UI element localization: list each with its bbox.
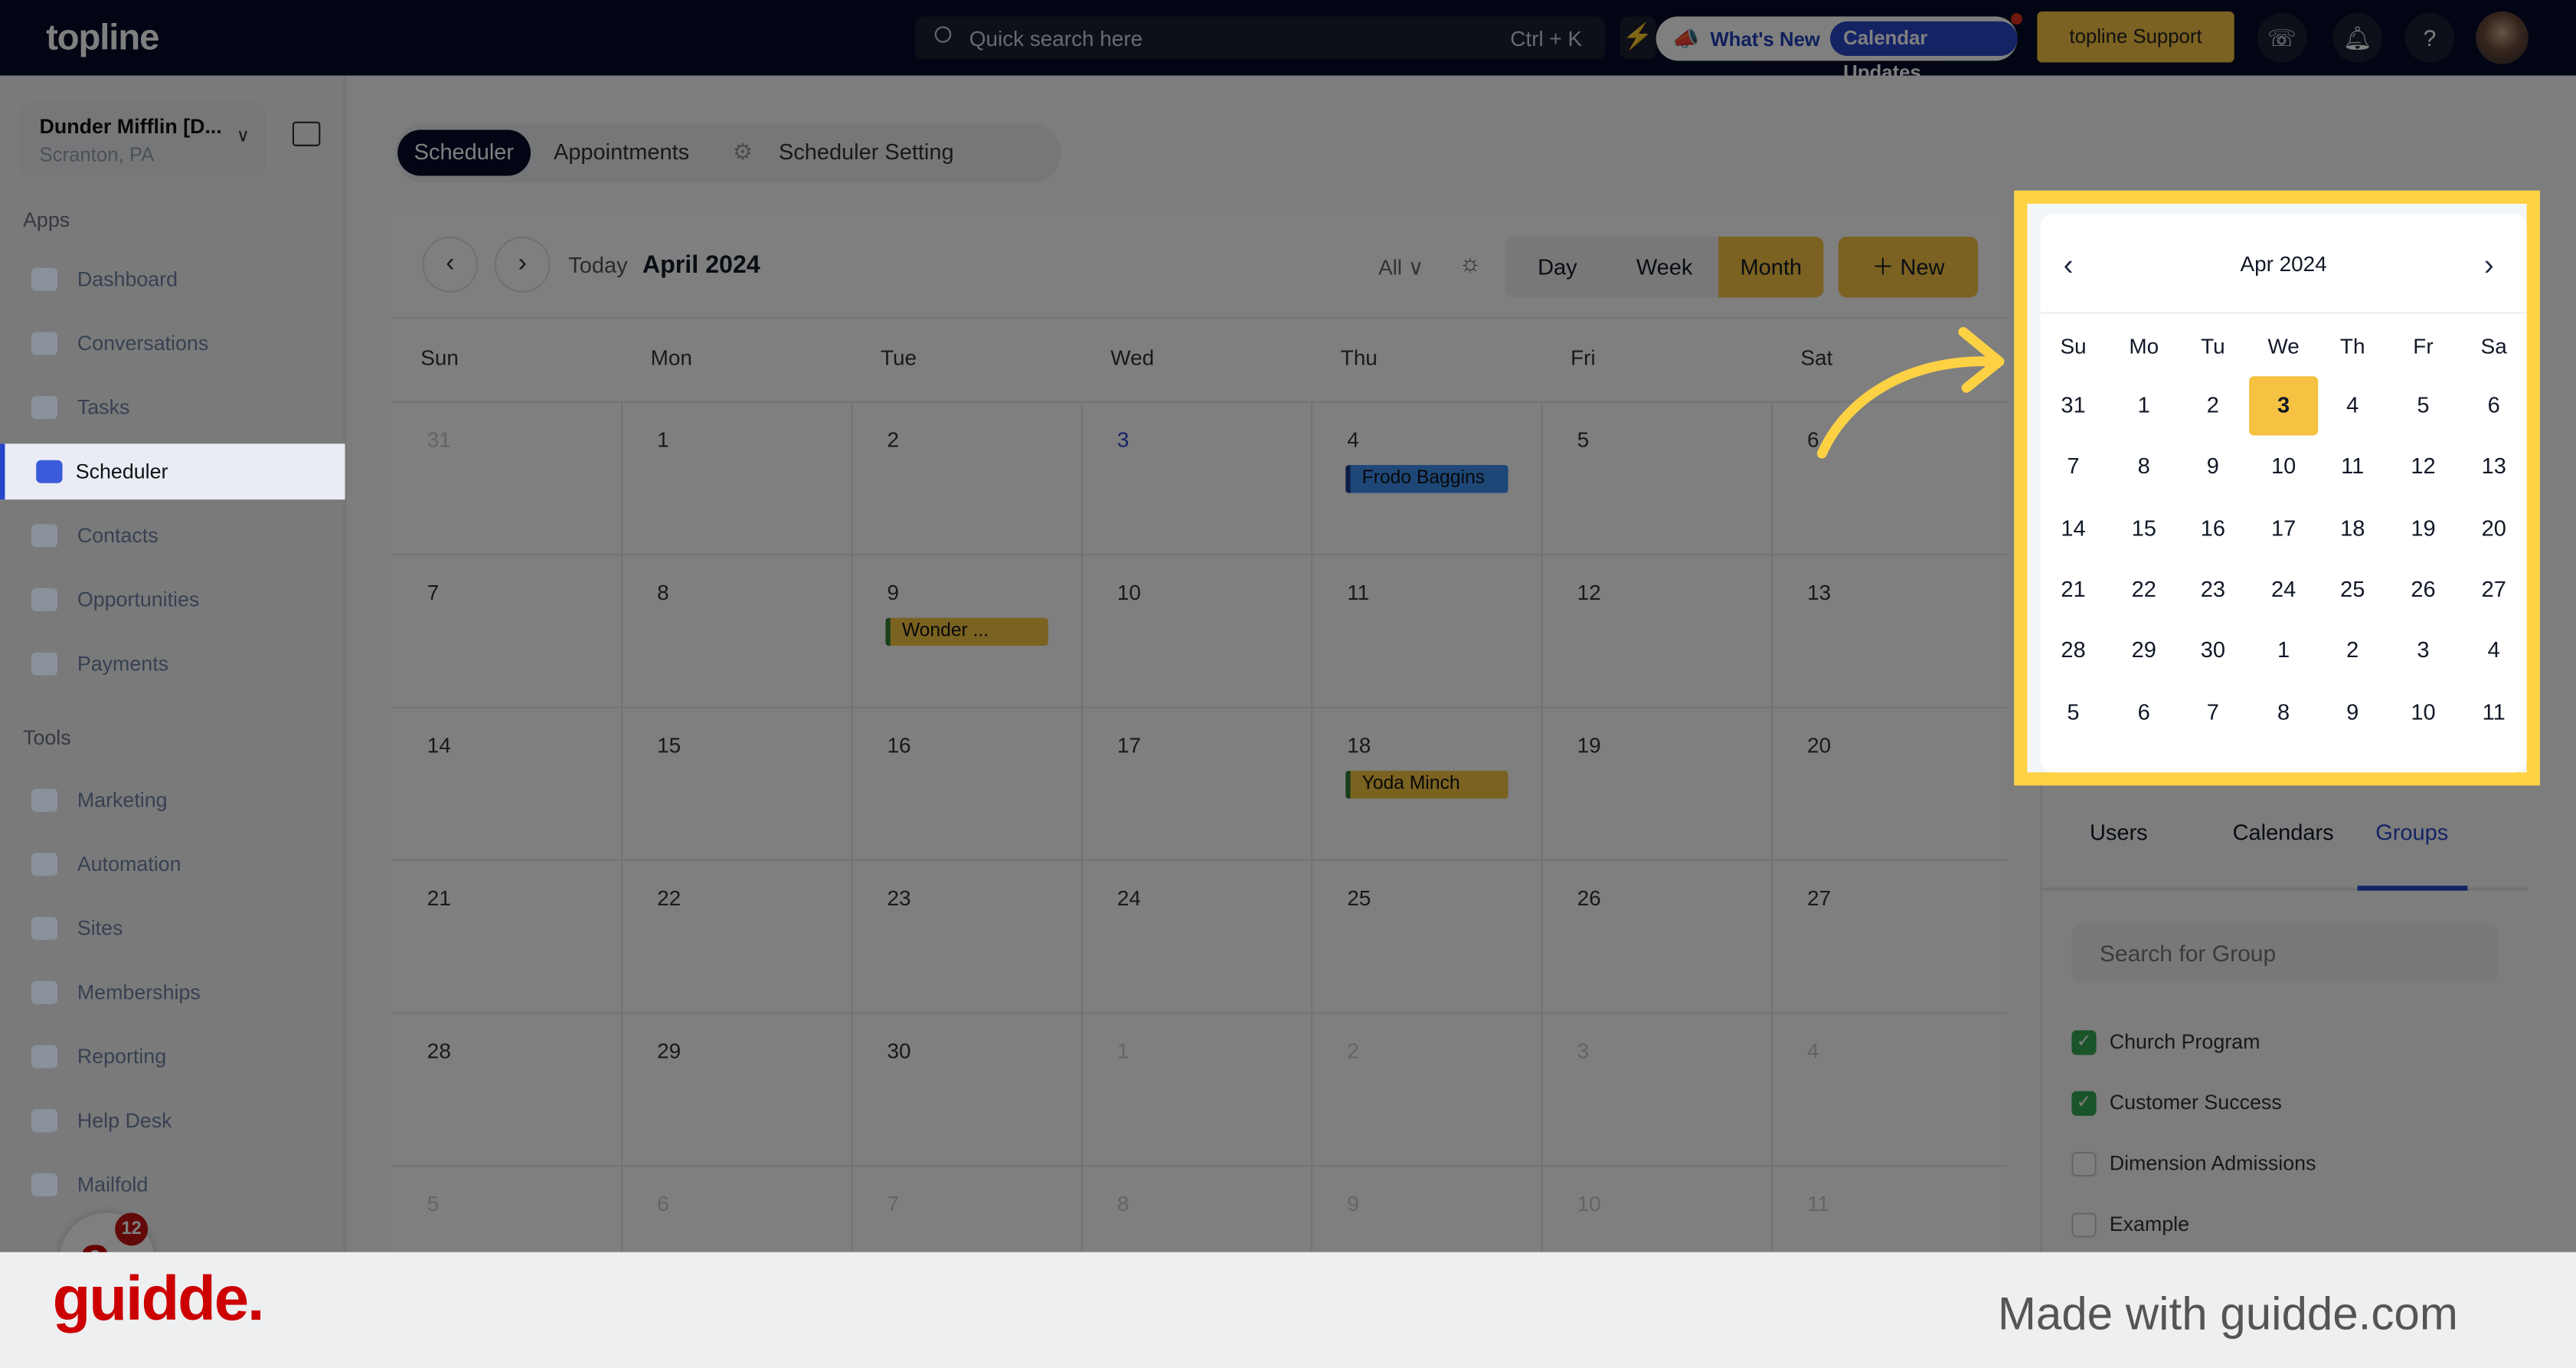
mini-day[interactable]: 20 xyxy=(2460,499,2529,558)
sidebar-item-help-desk[interactable]: Help Desk xyxy=(0,1093,345,1149)
mini-day[interactable]: 25 xyxy=(2318,560,2387,619)
mini-day[interactable]: 11 xyxy=(2460,682,2529,741)
sidebar-item-sites[interactable]: Sites xyxy=(0,901,345,957)
tasks-icon xyxy=(31,396,58,420)
mini-day[interactable]: 7 xyxy=(2038,437,2107,496)
sidebar-item-label: Dashboard xyxy=(77,267,178,291)
sidebar-item-label: Automation xyxy=(77,853,181,876)
sidebar-item-conversations[interactable]: Conversations xyxy=(0,316,345,371)
sidebar-item-label: Opportunities xyxy=(77,588,200,612)
mini-day[interactable]: 6 xyxy=(2110,682,2179,741)
mini-weekday: Su xyxy=(2060,333,2087,358)
mini-next-button[interactable]: › xyxy=(2484,248,2494,283)
mini-day[interactable]: 7 xyxy=(2179,682,2247,741)
mini-weekday: Sa xyxy=(2480,333,2507,358)
mini-day[interactable]: 19 xyxy=(2388,499,2457,558)
mini-day[interactable]: 5 xyxy=(2038,682,2107,741)
mini-day[interactable]: 2 xyxy=(2318,621,2387,680)
mini-day[interactable]: 31 xyxy=(2038,376,2107,435)
mini-day[interactable]: 4 xyxy=(2460,621,2529,680)
divider xyxy=(2040,312,2527,314)
dashboard-icon xyxy=(31,267,58,291)
sidebar-item-tasks[interactable]: Tasks xyxy=(0,380,345,436)
pie-chart-icon xyxy=(31,1045,58,1069)
mini-day[interactable]: 16 xyxy=(2179,499,2247,558)
contacts-icon xyxy=(31,524,58,548)
sidebar-item-automation[interactable]: Automation xyxy=(0,836,345,892)
mini-day[interactable]: 12 xyxy=(2388,437,2457,496)
mini-weekday: Th xyxy=(2339,333,2365,358)
users-icon xyxy=(31,980,58,1004)
mini-day[interactable]: 8 xyxy=(2110,437,2179,496)
mini-weekday: Fr xyxy=(2413,333,2434,358)
chat-icon xyxy=(31,332,58,355)
mini-day[interactable]: 26 xyxy=(2388,560,2457,619)
sidebar-item-label: Help Desk xyxy=(77,1109,172,1133)
sidebar-item-label: Reporting xyxy=(77,1045,167,1069)
mini-day[interactable]: 22 xyxy=(2110,560,2179,619)
sidebar-item-label: Contacts xyxy=(77,524,159,548)
sidebar-item-label: Memberships xyxy=(77,980,201,1004)
mini-weekday: Mo xyxy=(2129,333,2159,358)
arrow-curve xyxy=(1816,356,1998,459)
mini-day[interactable]: 6 xyxy=(2460,376,2529,435)
mini-day[interactable]: 2 xyxy=(2179,376,2247,435)
mini-day[interactable]: 15 xyxy=(2110,499,2179,558)
sidebar-item-memberships[interactable]: Memberships xyxy=(0,964,345,1020)
sidebar-item-contacts[interactable]: Contacts xyxy=(0,508,345,564)
mini-calendar-popup: ‹ Apr 2024 › Su Mo Tu We Th Fr Sa 31 1 2 3 4 5 6 7 8 9 10… xyxy=(2038,213,2529,773)
target-icon xyxy=(31,588,58,612)
mini-day[interactable]: 1 xyxy=(2110,376,2179,435)
mini-day[interactable]: 9 xyxy=(2179,437,2247,496)
mini-day[interactable]: 13 xyxy=(2460,437,2529,496)
sidebar-item-label: Mailfold xyxy=(77,1173,149,1196)
guidde-logo: guidde. xyxy=(52,1265,265,1335)
mini-day[interactable]: 14 xyxy=(2038,499,2107,558)
mini-day[interactable]: 21 xyxy=(2038,560,2107,619)
sidebar-item-label: Payments xyxy=(77,652,169,676)
card-icon xyxy=(31,652,58,676)
sidebar-item-mailfold[interactable]: Mailfold xyxy=(0,1157,345,1213)
mini-day[interactable]: 23 xyxy=(2179,560,2247,619)
mini-day[interactable]: 24 xyxy=(2249,560,2318,619)
mini-day[interactable]: 4 xyxy=(2318,376,2387,435)
mini-day[interactable]: 28 xyxy=(2038,621,2107,680)
mail-icon xyxy=(31,1173,58,1196)
sidebar-item-label: Scheduler xyxy=(75,460,168,483)
sidebar-item-payments[interactable]: Payments xyxy=(0,636,345,692)
mini-day[interactable]: 8 xyxy=(2249,682,2318,741)
made-with-text: Made with guidde.com xyxy=(1997,1288,2458,1340)
pointer-arrow xyxy=(1816,326,2005,459)
mini-weekday: We xyxy=(2267,333,2300,358)
help-icon xyxy=(31,1109,58,1133)
sidebar-item-label: Tasks xyxy=(77,396,130,420)
megaphone-icon xyxy=(31,788,58,812)
mini-day[interactable]: 10 xyxy=(2388,682,2457,741)
mini-day[interactable]: 18 xyxy=(2318,499,2387,558)
mini-day[interactable]: 3 xyxy=(2388,621,2457,680)
sidebar-item-dashboard[interactable]: Dashboard xyxy=(0,251,345,307)
mini-day[interactable]: 11 xyxy=(2318,437,2387,496)
mini-day[interactable]: 5 xyxy=(2388,376,2457,435)
sidebar-item-opportunities[interactable]: Opportunities xyxy=(0,572,345,628)
sidebar-item-marketing[interactable]: Marketing xyxy=(0,772,345,828)
sidebar-item-label: Conversations xyxy=(77,332,209,355)
sidebar-item-reporting[interactable]: Reporting xyxy=(0,1029,345,1085)
calendar-icon xyxy=(36,460,63,483)
mini-day[interactable]: 29 xyxy=(2110,621,2179,680)
mini-day[interactable]: 9 xyxy=(2318,682,2387,741)
gears-icon xyxy=(31,853,58,876)
sidebar-item-label: Sites xyxy=(77,917,123,941)
sidebar-item-label: Marketing xyxy=(77,788,168,812)
sidebar-item-scheduler[interactable]: Scheduler xyxy=(0,443,345,500)
globe-icon xyxy=(31,917,58,941)
mini-day[interactable]: 10 xyxy=(2249,437,2318,496)
mini-day-selected[interactable]: 3 xyxy=(2249,376,2319,436)
mini-day[interactable]: 27 xyxy=(2460,560,2529,619)
mini-day[interactable]: 30 xyxy=(2179,621,2247,680)
mini-day[interactable]: 1 xyxy=(2249,621,2318,680)
mini-day[interactable]: 17 xyxy=(2249,499,2318,558)
mini-weekday: Tu xyxy=(2201,333,2225,358)
mini-calendar-title: Apr 2024 xyxy=(2240,251,2327,277)
